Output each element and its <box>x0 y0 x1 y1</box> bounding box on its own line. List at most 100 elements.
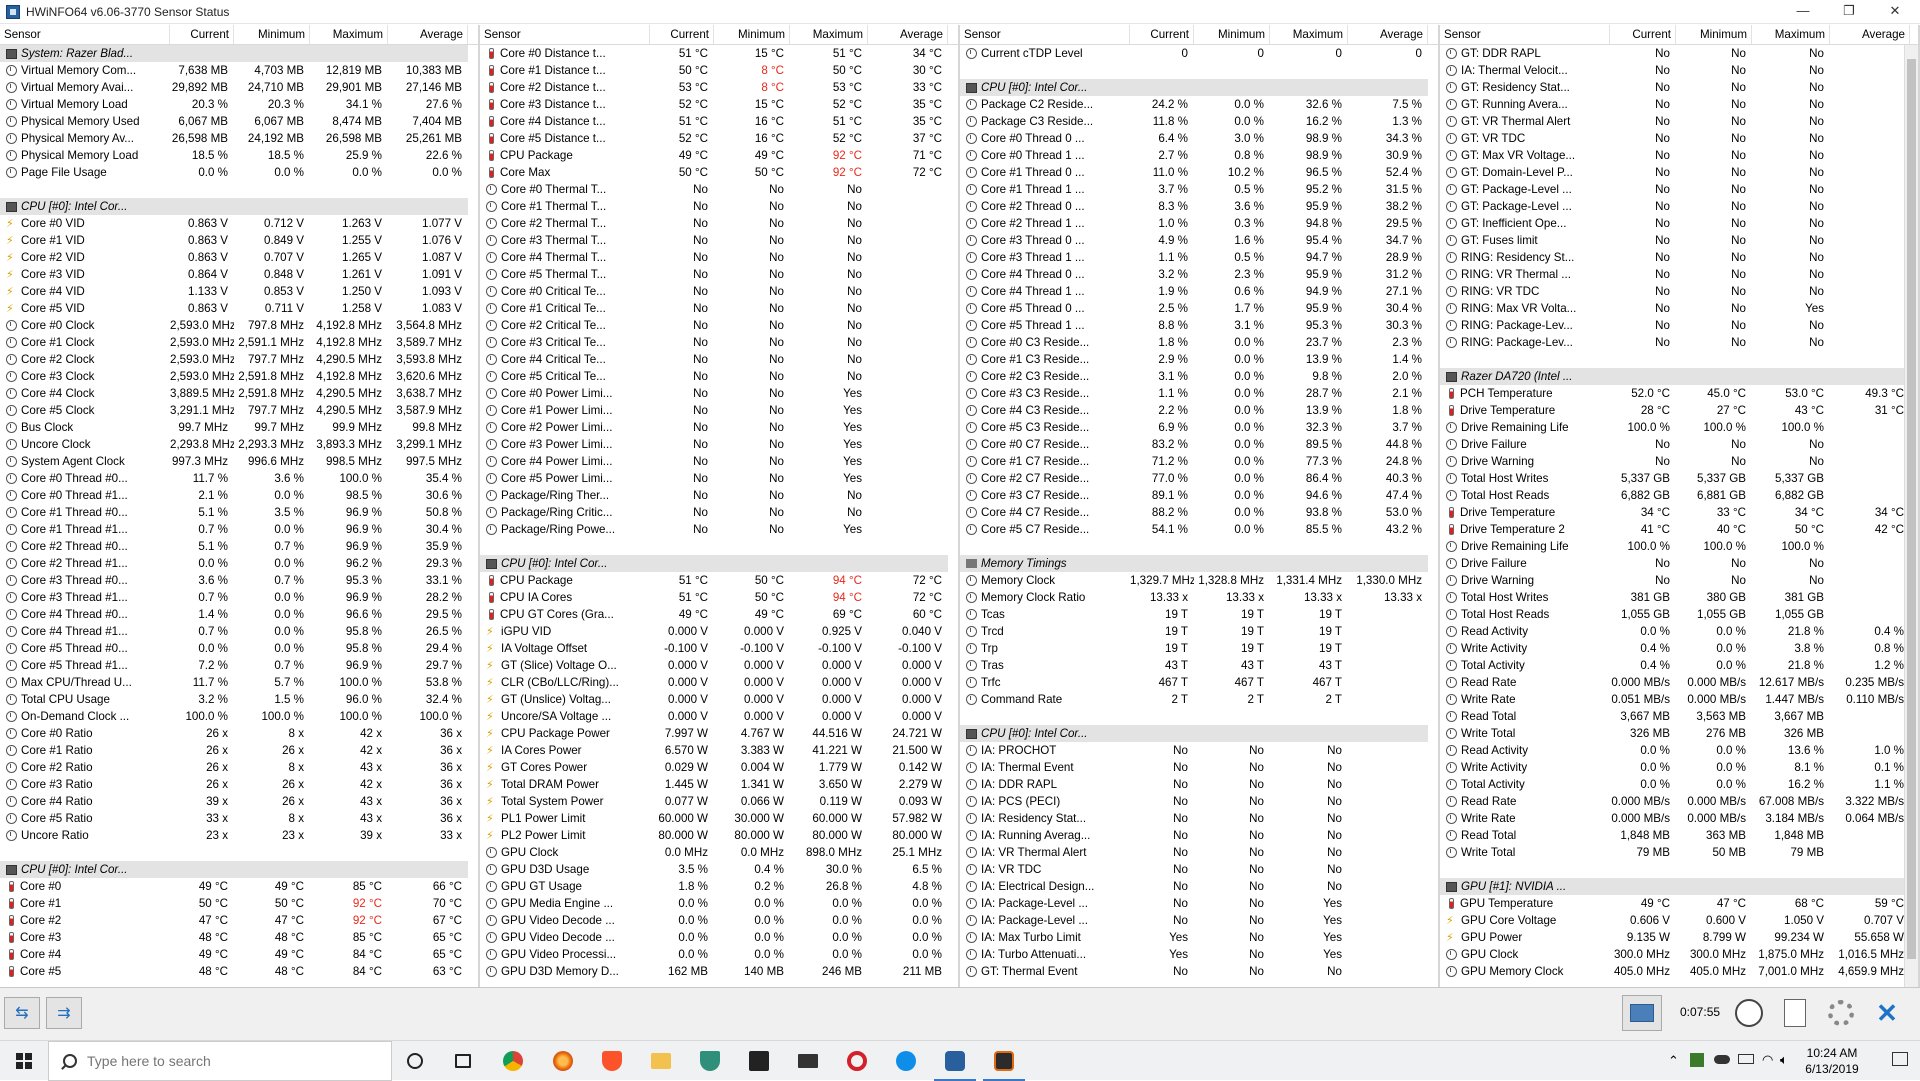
sensor-row[interactable]: GPU Clock 0.0 MHz 0.0 MHz 898.0 MHz 25.1 MHz <box>480 844 958 861</box>
cortana-button[interactable] <box>400 1047 430 1075</box>
sensor-row[interactable]: Memory Clock 1,329.7 MHz 1,328.8 MHz 1,331.… <box>960 572 1438 589</box>
sensor-row[interactable]: Tras 43 T 43 T 43 T <box>960 657 1438 674</box>
sensor-row[interactable]: GPU D3D Memory D... 162 MB 140 MB 246 MB 211… <box>480 963 958 980</box>
sensor-row[interactable]: Core #5 C7 Reside... 54.1 % 0.0 % 85.5 % 43.… <box>960 521 1438 538</box>
sensor-row[interactable]: Physical Memory Av... 26,598 MB 24,192 MB 2… <box>0 130 478 147</box>
sensor-row[interactable]: IA: Residency Stat... No No No <box>960 810 1438 827</box>
column-header-current[interactable]: Current <box>1130 25 1194 44</box>
sensor-row[interactable]: CPU Package Power7.997 W4.767 W44.516 W2… <box>480 725 958 742</box>
sensor-row[interactable]: GPU GT Usage 1.8 % 0.2 % 26.8 % 4.8 % <box>480 878 958 895</box>
sensor-row[interactable]: Core #1 C7 Reside... 71.2 % 0.0 % 77.3 % 24.… <box>960 453 1438 470</box>
sensor-row[interactable]: Package C2 Reside... 24.2 % 0.0 % 32.6 % 7.5… <box>960 96 1438 113</box>
defender-taskbar-button[interactable] <box>695 1047 725 1075</box>
sensor-row[interactable]: Core #4 Thread 0 ... 3.2 % 2.3 % 95.9 % 31.2… <box>960 266 1438 283</box>
column-header-maximum[interactable]: Maximum <box>790 25 868 44</box>
sensor-row[interactable]: Drive Failure No No No <box>1440 436 1918 453</box>
sensor-row[interactable]: CPU Package 51 °C 50 °C 94 °C 72 °C <box>480 572 958 589</box>
sensor-row[interactable]: Core #0 Clock 2,593.0 MHz 797.8 MHz 4,192.8… <box>0 317 478 334</box>
sensor-row[interactable]: Page File Usage 0.0 % 0.0 % 0.0 % 0.0 % <box>0 164 478 181</box>
sensor-row[interactable]: Read Activity 0.0 % 0.0 % 13.6 % 1.0 % <box>1440 742 1918 759</box>
sensor-row[interactable]: Core #4 Thread #1... 0.7 % 0.0 % 95.8 % 26.5… <box>0 623 478 640</box>
sensor-row[interactable]: GT: Fuses limit No No No <box>1440 232 1918 249</box>
sensor-row[interactable]: GPU D3D Usage 3.5 % 0.4 % 30.0 % 6.5 % <box>480 861 958 878</box>
sensor-row[interactable]: Total System Power0.077 W0.066 W0.119 W0… <box>480 793 958 810</box>
sensor-row[interactable]: Core #0 Thread 0 ... 6.4 % 3.0 % 98.9 % 34.3… <box>960 130 1438 147</box>
sensor-pane[interactable]: Sensor Current Minimum Maximum Average System… <box>0 25 480 987</box>
sensor-row[interactable]: Total Host Writes 5,337 GB 5,337 GB 5,337 G… <box>1440 470 1918 487</box>
sensor-pane[interactable]: Sensor Current Minimum Maximum Average GT: DD… <box>1440 25 1920 987</box>
column-header-minimum[interactable]: Minimum <box>1676 25 1752 44</box>
sensor-row[interactable]: GT: VR Thermal Alert No No No <box>1440 113 1918 130</box>
sensor-row[interactable]: IA: Electrical Design... No No No <box>960 878 1438 895</box>
sensor-row[interactable]: Virtual Memory Avai... 29,892 MB 24,710 MB… <box>0 79 478 96</box>
sensor-row[interactable]: GT: Thermal Event No No No <box>960 963 1438 980</box>
sensor-row[interactable]: Core #3 Critical Te... No No No <box>480 334 958 351</box>
sensor-row[interactable]: Core #1 Ratio 26 x 26 x 42 x 36 x <box>0 742 478 759</box>
sensor-row[interactable]: Core Max 50 °C 50 °C 92 °C 72 °C <box>480 164 958 181</box>
sensor-row[interactable]: On-Demand Clock ... 100.0 % 100.0 % 100.0 %… <box>0 708 478 725</box>
sensor-row[interactable]: Core #1 Thread 1 ... 3.7 % 0.5 % 95.2 % 31.5… <box>960 181 1438 198</box>
sensor-row[interactable]: Current cTDP Level 0 0 0 0 <box>960 45 1438 62</box>
sensor-row[interactable]: Core #1 Power Limi... No No Yes <box>480 402 958 419</box>
sensor-row[interactable]: GPU Video Processi... 0.0 % 0.0 % 0.0 % 0.0 … <box>480 946 958 963</box>
sensor-row[interactable]: Core #1 Thread #0... 5.1 % 3.5 % 96.9 % 50.8… <box>0 504 478 521</box>
sensor-row[interactable]: Core #3 Thread #0... 3.6 % 0.7 % 95.3 % 33.1… <box>0 572 478 589</box>
sensor-row[interactable]: Core #2 C3 Reside... 3.1 % 0.0 % 9.8 % 2.0 % <box>960 368 1438 385</box>
sensor-row[interactable]: RING: VR TDC No No No <box>1440 283 1918 300</box>
sensor-row[interactable]: Core #5 Thread #1... 7.2 % 0.7 % 96.9 % 29.7… <box>0 657 478 674</box>
sensor-row[interactable]: Core #3 Power Limi... No No Yes <box>480 436 958 453</box>
sensor-row[interactable]: Core #3 48 °C 48 °C 85 °C 65 °C <box>0 929 478 946</box>
sensor-row[interactable]: Core #1 Critical Te... No No No <box>480 300 958 317</box>
sensor-row[interactable]: Write Rate 0.051 MB/s 0.000 MB/s 1.447 MB/s… <box>1440 691 1918 708</box>
sensor-row[interactable]: Trfc 467 T 467 T 467 T <box>960 674 1438 691</box>
sensor-row[interactable]: Core #2 Clock 2,593.0 MHz 797.7 MHz 4,290.5… <box>0 351 478 368</box>
sensor-row[interactable]: Trcd 19 T 19 T 19 T <box>960 623 1438 640</box>
sensor-row[interactable]: Memory Clock Ratio 13.33 x 13.33 x 13.33 x1… <box>960 589 1438 606</box>
column-header-sensor[interactable]: Sensor <box>1440 25 1610 44</box>
sensor-row[interactable]: Total DRAM Power1.445 W1.341 W3.650 W2.2… <box>480 776 958 793</box>
sensor-row[interactable]: GPU Power9.135 W8.799 W99.234 W55.658 W <box>1440 929 1918 946</box>
chrome-taskbar-button[interactable] <box>498 1047 528 1075</box>
sensor-row[interactable]: Core #5 Critical Te... No No No <box>480 368 958 385</box>
column-header-maximum[interactable]: Maximum <box>1752 25 1830 44</box>
sensor-row[interactable]: Core #0 Thread #0... 11.7 % 3.6 % 100.0 % 35… <box>0 470 478 487</box>
sensor-row[interactable]: Core #3 Thread #1... 0.7 % 0.0 % 96.9 % 28.2… <box>0 589 478 606</box>
sensor-row[interactable]: IA Voltage Offset-0.100 V-0.100 V-0.100 … <box>480 640 958 657</box>
sensor-row[interactable]: Core #5 Thermal T... No No No <box>480 266 958 283</box>
minimize-button[interactable]: — <box>1780 0 1826 22</box>
sensor-row[interactable]: Core #2 VID0.863 V0.707 V1.265 V1.087 V <box>0 249 478 266</box>
sensor-row[interactable]: GT Cores Power0.029 W0.004 W1.779 W0.142… <box>480 759 958 776</box>
sensor-row[interactable]: CPU GT Cores (Gra... 49 °C 49 °C 69 °C 60 °C <box>480 606 958 623</box>
sensor-group-row[interactable]: CPU [#0]: Intel Cor... <box>960 725 1438 742</box>
sensor-row[interactable]: Core #5 Thread 0 ... 2.5 % 1.7 % 95.9 % 30.4… <box>960 300 1438 317</box>
sensor-row[interactable]: Core #5 Ratio 33 x8 x 43 x 36 x <box>0 810 478 827</box>
sensor-row[interactable]: IA: Thermal Event No No No <box>960 759 1438 776</box>
sensor-row[interactable]: Uncore Ratio 23 x 23 x 39 x 33 x <box>0 827 478 844</box>
sensor-row[interactable]: Core #4 Power Limi... No No Yes <box>480 453 958 470</box>
sensor-group-row[interactable]: Memory Timings <box>960 555 1438 572</box>
sensor-row[interactable]: Core #0 VID0.863 V0.712 V1.263 V1.077 V <box>0 215 478 232</box>
sensor-row[interactable]: Write Total 326 MB 276 MB 326 MB <box>1440 725 1918 742</box>
sensor-row[interactable]: GT: DDR RAPL No No No <box>1440 45 1918 62</box>
sensor-row[interactable]: IA: Running Averag... No No No <box>960 827 1438 844</box>
sensor-row[interactable]: GPU Core Voltage0.606 V0.600 V1.050 V0.7… <box>1440 912 1918 929</box>
sensor-row[interactable]: Core #2 Thermal T... No No No <box>480 215 958 232</box>
sensor-group-row[interactable]: CPU [#0]: Intel Cor... <box>480 555 958 572</box>
sensor-row[interactable]: Core #1 VID0.863 V0.849 V1.255 V1.076 V <box>0 232 478 249</box>
sensor-row[interactable]: GT: Max VR Voltage... No No No <box>1440 147 1918 164</box>
sensor-row[interactable]: GT (Unslice) Voltag...0.000 V0.000 V0.00… <box>480 691 958 708</box>
sensor-row[interactable]: Core #3 VID0.864 V0.848 V1.261 V1.091 V <box>0 266 478 283</box>
sensor-row[interactable]: Core #4 Thermal T... No No No <box>480 249 958 266</box>
sensor-row[interactable]: Drive Temperature 2 41 °C 40 °C 50 °C 42 °C <box>1440 521 1918 538</box>
sensor-row[interactable]: Core #2 Power Limi... No No Yes <box>480 419 958 436</box>
sensor-row[interactable]: Core #1 50 °C 50 °C 92 °C 70 °C <box>0 895 478 912</box>
sensor-row[interactable]: GPU Media Engine ... 0.0 % 0.0 % 0.0 % 0.0 % <box>480 895 958 912</box>
sensor-row[interactable]: PL1 Power Limit60.000 W30.000 W60.000 W5… <box>480 810 958 827</box>
sensor-row[interactable]: Core #0 C7 Reside... 83.2 % 0.0 % 89.5 % 44.… <box>960 436 1438 453</box>
sensor-row[interactable]: Command Rate 2 T2 T2 T <box>960 691 1438 708</box>
sensor-row[interactable]: Read Rate 0.000 MB/s 0.000 MB/s 67.008 MB/s… <box>1440 793 1918 810</box>
sensor-row[interactable]: Core #4 Ratio 39 x 26 x 43 x 36 x <box>0 793 478 810</box>
sensor-row[interactable]: Package/Ring Critic... No No No <box>480 504 958 521</box>
network-button[interactable] <box>1622 995 1662 1031</box>
sensor-row[interactable]: Core #5 Power Limi... No No Yes <box>480 470 958 487</box>
